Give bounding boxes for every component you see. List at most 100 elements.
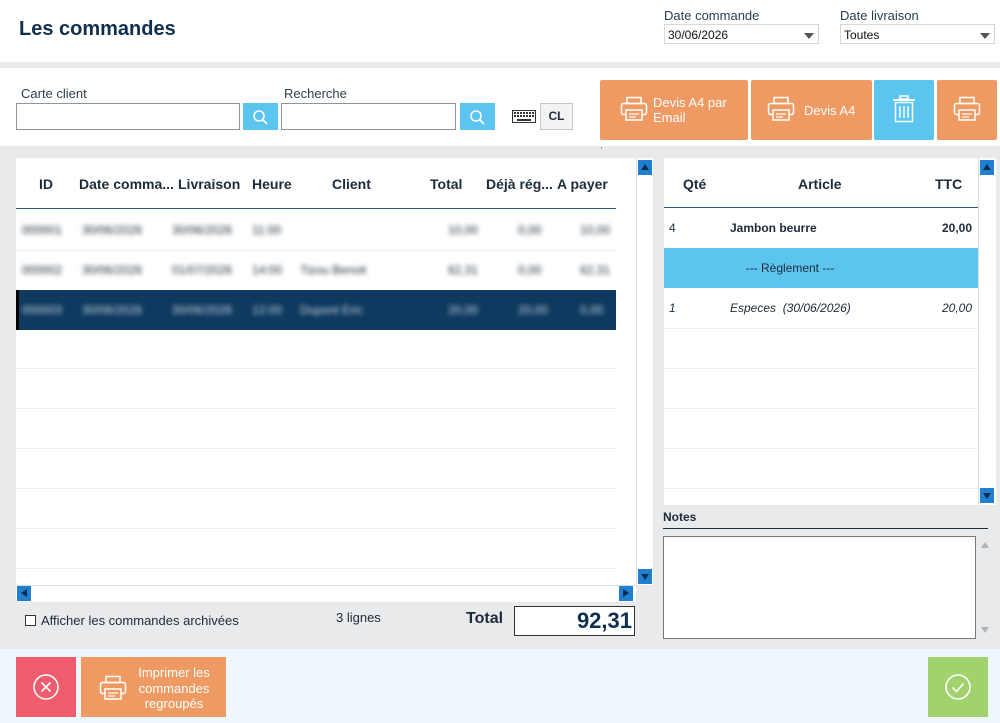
- cell-total: 10,00: [448, 223, 479, 237]
- detail-ttc: 20,00: [942, 301, 973, 315]
- orders-horizontal-scrollbar[interactable]: [16, 585, 636, 602]
- total-label: Total: [466, 610, 504, 627]
- detail-row[interactable]: 1 Especes (30/06/2026) 20,00: [664, 288, 978, 328]
- cell-a-payer: 62,31: [580, 263, 611, 277]
- devis-a4-button[interactable]: Devis A4: [751, 80, 872, 140]
- cell-deja: 0,00: [518, 263, 542, 277]
- cell-date: 30/06/2026: [82, 223, 143, 237]
- column-header-client[interactable]: Client: [332, 176, 371, 192]
- row-divider: [16, 568, 616, 569]
- cell-heure: 14:00: [252, 263, 283, 277]
- print-grouped-orders-button[interactable]: Imprimer les commandes regroupés: [81, 657, 226, 717]
- date-commande-value: 30/06/2026: [668, 28, 729, 42]
- search-icon: [470, 110, 485, 125]
- column-header-deja-regle[interactable]: Déjà rég...: [486, 176, 553, 192]
- cell-date: 30/06/2026: [82, 263, 143, 277]
- date-commande-select[interactable]: 30/06/2026: [664, 24, 819, 44]
- column-header-livraison[interactable]: Livraison: [178, 176, 240, 192]
- check-icon: [945, 674, 971, 700]
- detail-vertical-scrollbar[interactable]: [978, 158, 996, 505]
- validate-button[interactable]: [928, 657, 988, 717]
- cell-a-payer: 10,00: [580, 223, 611, 237]
- orders-table: ID Date comma... Livraison Heure Client …: [16, 158, 653, 602]
- detail-ttc: 20,00: [942, 221, 973, 235]
- column-header-qte[interactable]: Qté: [683, 176, 706, 192]
- carte-client-search-button[interactable]: [243, 103, 278, 130]
- printer-icon: [620, 96, 648, 121]
- chevron-down-icon: [804, 33, 814, 39]
- detail-qte: 1: [669, 301, 676, 315]
- cell-livraison: 30/06/2026: [172, 223, 233, 237]
- cell-heure: 11:00: [252, 223, 282, 237]
- scroll-up-button[interactable]: [980, 160, 994, 175]
- detail-qte: 4: [669, 221, 676, 235]
- detail-article: Especes (30/06/2026): [730, 301, 851, 315]
- cell-date: 30/06/2026: [82, 303, 143, 317]
- column-header-heure[interactable]: Heure: [252, 176, 292, 192]
- row-divider: [664, 408, 978, 409]
- detail-row[interactable]: 4 Jambon beurre 20,00: [664, 208, 978, 248]
- devis-a4-email-button[interactable]: Devis A4 par Email: [600, 80, 748, 140]
- keyboard-icon[interactable]: [512, 110, 536, 123]
- table-row[interactable]: 000002 30/06/2026 01/07/2026 14:00 Tizou…: [16, 250, 616, 290]
- orders-vertical-scrollbar[interactable]: [636, 158, 653, 585]
- payment-separator-row: --- Règlement ---: [664, 248, 978, 288]
- row-divider: [664, 368, 978, 369]
- column-header-a-payer[interactable]: A payer: [557, 176, 608, 192]
- cancel-button[interactable]: [16, 657, 76, 717]
- table-row-selected[interactable]: 000003 30/06/2026 30/06/2026 12:00 Dupon…: [16, 290, 616, 330]
- table-row[interactable]: 000001 30/06/2026 30/06/2026 11:00 10,00…: [16, 210, 616, 250]
- row-divider: [16, 528, 616, 529]
- cell-a-payer: 0,00: [580, 303, 604, 317]
- print-button[interactable]: [937, 80, 997, 140]
- row-indicator: [16, 290, 19, 330]
- total-value: 92,31: [514, 606, 635, 636]
- archived-label: Afficher les commandes archivées: [41, 613, 239, 628]
- carte-client-input[interactable]: [16, 103, 240, 130]
- cell-deja: 0,00: [518, 223, 542, 237]
- notes-scrollbar[interactable]: [978, 536, 992, 639]
- row-divider: [16, 448, 616, 449]
- scroll-up-button[interactable]: [638, 160, 652, 175]
- row-divider: [664, 488, 978, 489]
- scroll-down-button[interactable]: [638, 569, 652, 584]
- cl-button[interactable]: CL: [540, 103, 573, 130]
- recherche-label: Recherche: [284, 86, 347, 101]
- cell-id: 000001: [22, 223, 63, 237]
- row-divider: [664, 448, 978, 449]
- printer-icon: [953, 96, 981, 121]
- devis-a4-label: Devis A4: [804, 103, 856, 118]
- scroll-down-button[interactable]: [981, 627, 989, 633]
- column-header-total[interactable]: Total: [430, 176, 462, 192]
- row-count: 3 lignes: [336, 610, 381, 625]
- date-livraison-select[interactable]: Toutes: [840, 24, 995, 44]
- print-grouped-orders-label: Imprimer les commandes regroupés: [138, 665, 210, 711]
- cell-id: 000002: [22, 263, 63, 277]
- scroll-up-button[interactable]: [981, 542, 989, 548]
- scroll-down-button[interactable]: [980, 488, 994, 503]
- printer-icon: [99, 675, 127, 700]
- column-header-ttc[interactable]: TTC: [935, 176, 962, 192]
- delete-button[interactable]: [874, 80, 934, 140]
- column-header-article[interactable]: Article: [798, 176, 842, 192]
- cell-livraison: 30/06/2026: [172, 303, 233, 317]
- notes-label: Notes: [663, 510, 697, 524]
- column-header-date-commande[interactable]: Date comma...: [79, 176, 174, 192]
- trash-icon: [893, 95, 915, 123]
- date-livraison-label: Date livraison: [840, 8, 919, 23]
- cell-total: 62,31: [448, 263, 479, 277]
- filter-bar: Carte client Recherche CL Devis A4 par E…: [0, 68, 1000, 146]
- header-divider: [16, 208, 616, 209]
- column-header-id[interactable]: ID: [39, 176, 53, 192]
- recherche-input[interactable]: [281, 103, 456, 130]
- date-commande-label: Date commande: [664, 8, 760, 23]
- cell-deja: 20,00: [518, 303, 549, 317]
- cell-total: 20,00: [448, 303, 479, 317]
- scroll-left-button[interactable]: [17, 586, 31, 601]
- devis-a4-email-label: Devis A4 par Email: [653, 95, 727, 125]
- cell-id: 000003: [22, 303, 63, 317]
- notes-textarea[interactable]: [663, 536, 976, 639]
- recherche-search-button[interactable]: [460, 103, 495, 130]
- archived-checkbox[interactable]: [25, 615, 36, 626]
- scroll-right-button[interactable]: [619, 586, 633, 601]
